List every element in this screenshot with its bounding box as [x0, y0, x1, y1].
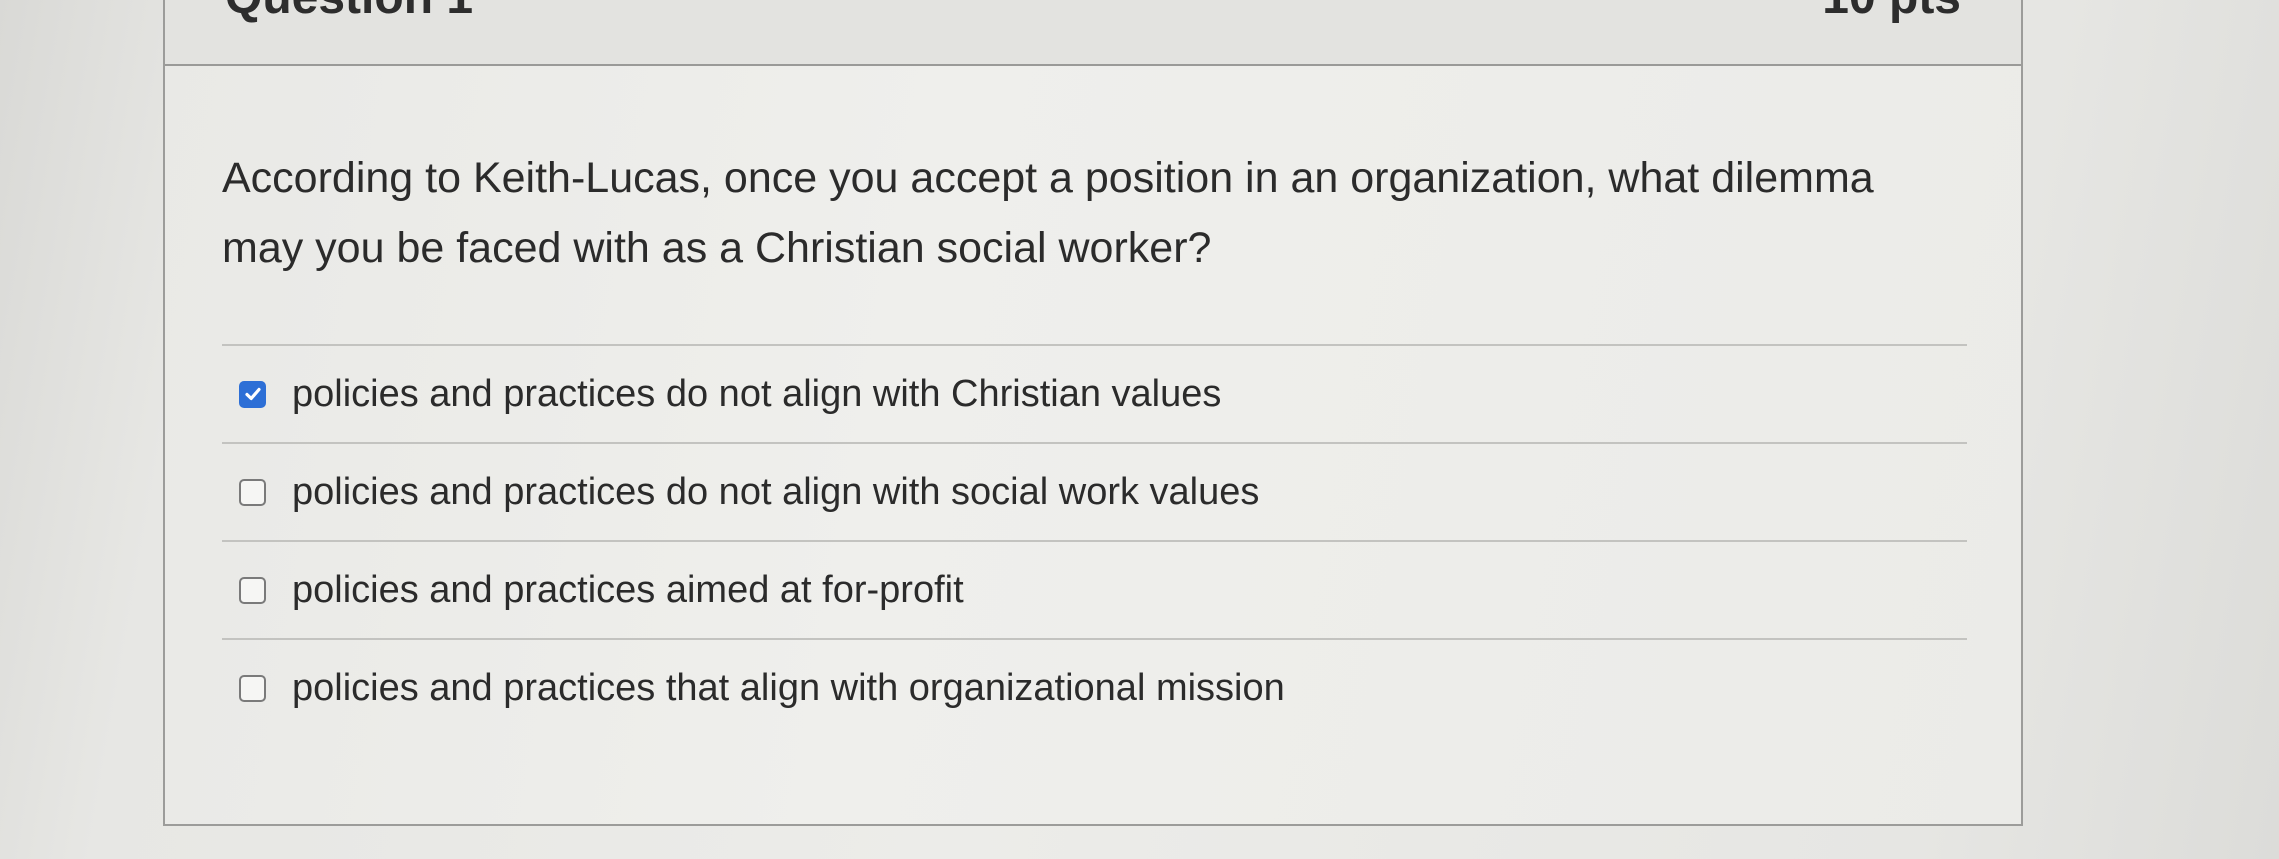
checkmark-icon [244, 387, 261, 401]
checkbox-organizational-mission[interactable] [239, 674, 266, 702]
answer-option-christian-values[interactable]: policies and practices do not align with… [222, 346, 1967, 442]
checkbox-social-work-values[interactable] [239, 478, 266, 506]
question-points: 10 pts [1822, 0, 1961, 25]
checkbox-christian-values[interactable] [239, 380, 266, 408]
answer-label: policies and practices aimed at for-prof… [292, 568, 964, 611]
answer-option-social-work-values[interactable]: policies and practices do not align with… [222, 444, 1967, 540]
answer-label: policies and practices do not align with… [292, 470, 1260, 513]
answer-label: policies and practices that align with o… [292, 666, 1285, 709]
question-title: Question 1 [225, 0, 473, 25]
question-header: Question 1 10 pts [165, 0, 2021, 66]
checkbox-for-profit[interactable] [239, 576, 266, 604]
answer-option-for-profit[interactable]: policies and practices aimed at for-prof… [222, 542, 1967, 638]
answer-label: policies and practices do not align with… [292, 372, 1222, 415]
question-card: Question 1 10 pts According to Keith-Luc… [163, 0, 2023, 826]
answer-option-organizational-mission[interactable]: policies and practices that align with o… [222, 640, 1967, 736]
answer-list: policies and practices do not align with… [222, 344, 1967, 736]
question-text: According to Keith-Lucas, once you accep… [222, 154, 1874, 272]
